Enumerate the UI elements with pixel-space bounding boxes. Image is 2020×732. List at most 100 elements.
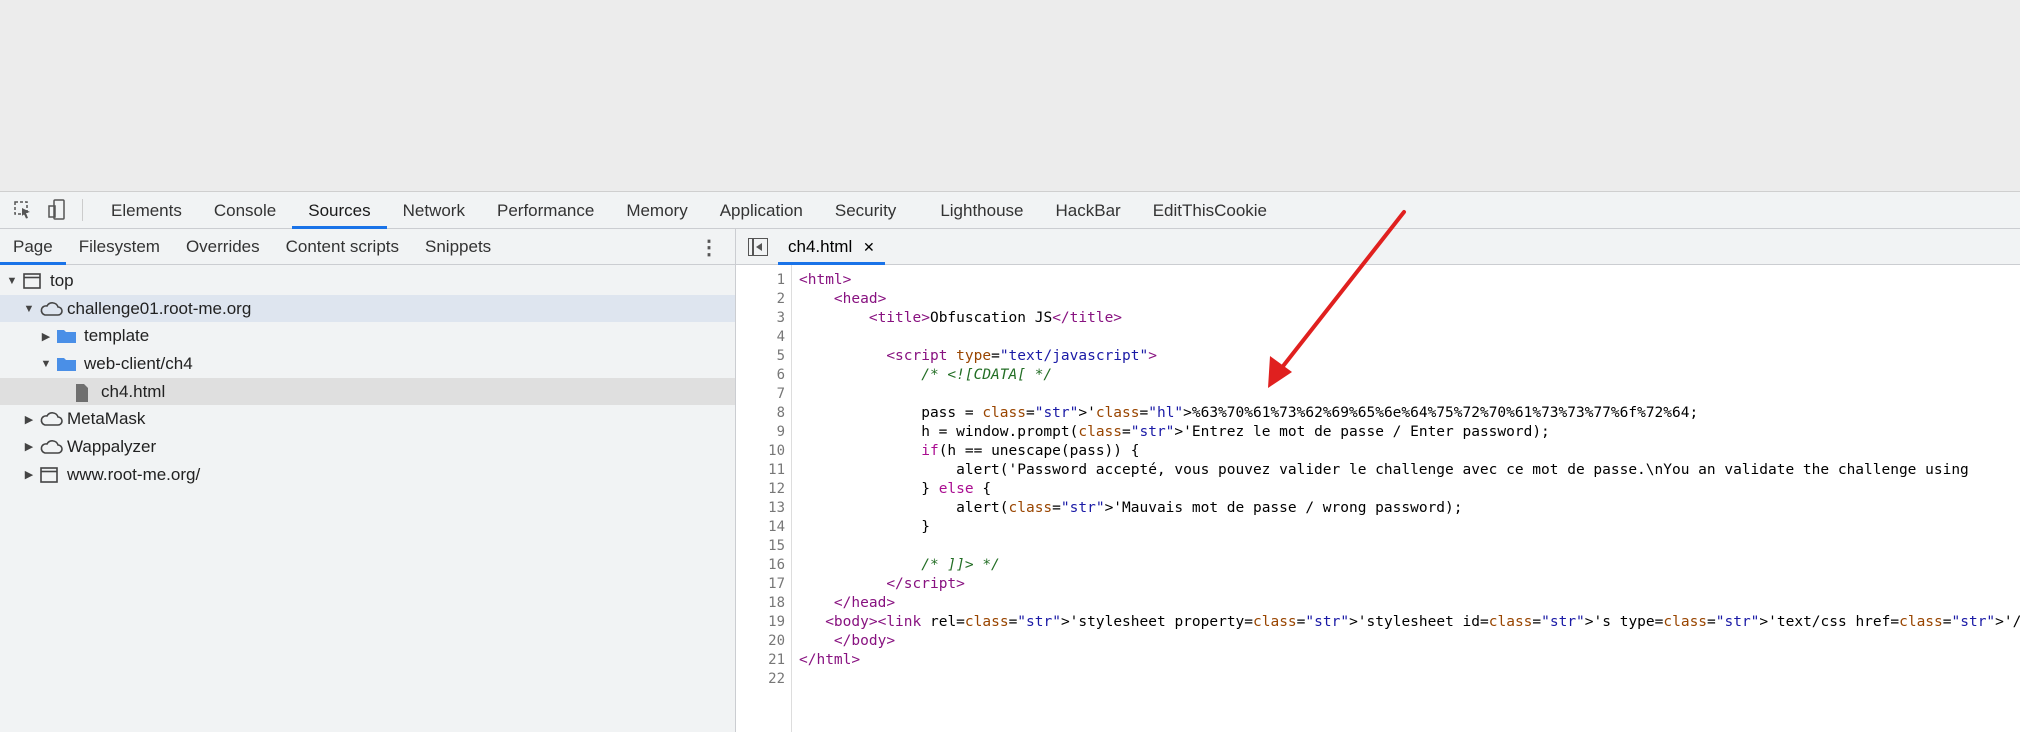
navigator-pane: Page Filesystem Overrides Content scripts Sn…	[0, 229, 736, 732]
frame-icon	[39, 466, 61, 484]
code-line: </body>	[833, 633, 896, 649]
line-number-gutter: 1 2 3 4 5 6 7 8 9 10 11 12 13 14 15 16 17 18 19 20 21 22	[736, 265, 792, 732]
tab-console[interactable]: Console	[198, 192, 292, 229]
devtools-panel: Elements Console Sources Network Performance…	[0, 191, 2020, 732]
line-number: 4	[776, 329, 785, 345]
expanded-triangle-icon[interactable]: ▼	[23, 303, 35, 315]
tree-item[interactable]: ▶ MetaMask	[0, 405, 735, 433]
tab-network[interactable]: Network	[387, 192, 481, 229]
inspect-element-icon[interactable]	[12, 199, 34, 221]
code-line: if(h == unescape(pass)) {	[921, 443, 1140, 459]
close-tab-icon[interactable]: ✕	[863, 239, 875, 255]
nav-tab-snippets[interactable]: Snippets	[412, 229, 504, 265]
tab-sources[interactable]: Sources	[292, 192, 388, 229]
line-number: 5	[776, 348, 785, 364]
tree-item-label: template	[84, 326, 150, 346]
cloud-icon	[39, 438, 63, 456]
tree-item[interactable]: ▼ web-client/ch4	[0, 350, 735, 378]
folder-icon	[56, 355, 78, 373]
tree-item[interactable]: ▶ www.root-me.org/	[0, 461, 735, 489]
code-line: <title>Obfuscation JS</title>	[868, 310, 1123, 326]
line-number: 3	[776, 310, 785, 326]
code-line: <script type="text/javascript">	[886, 348, 1157, 364]
line-number: 21	[768, 652, 785, 668]
code-line: /* <![CDATA[ */	[799, 367, 1053, 383]
tab-application[interactable]: Application	[704, 192, 819, 229]
code-line: alert('Password accepté, vous pouvez val…	[799, 462, 1969, 478]
line-number: 1	[776, 272, 785, 288]
tab-editthiscookie[interactable]: EditThisCookie	[1137, 192, 1283, 229]
tree-item-label: Wappalyzer	[67, 436, 157, 456]
line-number: 16	[768, 557, 785, 573]
tree-item-label: www.root-me.org/	[67, 464, 201, 484]
code-line: </head>	[833, 595, 896, 611]
frame-icon	[22, 272, 44, 290]
collapsed-triangle-icon[interactable]: ▶	[23, 440, 35, 453]
collapsed-triangle-icon[interactable]: ▶	[23, 468, 35, 481]
line-number: 8	[776, 405, 785, 421]
nav-tab-page[interactable]: Page	[0, 229, 66, 265]
tree-item-label: top	[50, 270, 74, 290]
code-line: <html>	[799, 272, 852, 288]
expanded-triangle-icon[interactable]: ▼	[40, 358, 52, 370]
code-line: /* ]]> */	[799, 557, 1000, 573]
line-number: 14	[768, 519, 785, 535]
more-options-icon[interactable]: ⋮	[699, 235, 719, 260]
line-number: 12	[768, 481, 785, 497]
navigator-tabs: Page Filesystem Overrides Content scripts Sn…	[0, 229, 735, 265]
tree-item-label: challenge01.root-me.org	[67, 298, 252, 318]
tab-elements[interactable]: Elements	[95, 192, 198, 229]
expanded-triangle-icon[interactable]: ▼	[6, 275, 18, 287]
tree-item[interactable]: ▶ Wappalyzer	[0, 433, 735, 461]
tree-item-label: ch4.html	[101, 381, 166, 401]
tree-item[interactable]: ▶ template	[0, 322, 735, 350]
tab-performance[interactable]: Performance	[481, 192, 610, 229]
nav-tab-content-scripts[interactable]: Content scripts	[273, 229, 412, 265]
toolbar-divider	[82, 199, 83, 221]
device-toolbar-icon[interactable]	[46, 199, 68, 221]
code-editor[interactable]: 1 2 3 4 5 6 7 8 9 10 11 12 13 14 15 16 17 18 19 20 21 22 <htm…	[736, 265, 2020, 732]
code-line: pass = class="str">'class="hl">%63%70%61…	[799, 405, 1699, 421]
code-line: alert(class="str">'Mauvais mot de passe …	[799, 500, 1463, 516]
line-number: 20	[768, 633, 785, 649]
file-icon	[73, 383, 95, 402]
toggle-navigator-icon[interactable]	[748, 237, 768, 256]
line-number: 10	[768, 443, 785, 459]
line-number: 19	[768, 614, 785, 630]
editor-pane: ch4.html ✕ 1 2 3 4 5 6 7 8 9 10 11 12 13 14 15 16 17 18 19…	[736, 229, 2020, 732]
line-number: 22	[768, 671, 785, 687]
line-number: 17	[768, 576, 785, 592]
tree-item-label: MetaMask	[67, 409, 146, 429]
devtools-main-toolbar: Elements Console Sources Network Performance…	[0, 192, 2020, 229]
code-line: <body><link rel=class="str">'stylesheet …	[825, 614, 2020, 630]
tab-memory[interactable]: Memory	[610, 192, 703, 229]
tree-item[interactable]: ▼ challenge01.root-me.org	[0, 294, 735, 323]
line-number: 11	[768, 462, 785, 478]
file-tab-label: ch4.html	[788, 236, 853, 256]
tree-item[interactable]: ▼ top	[0, 267, 735, 295]
collapsed-triangle-icon[interactable]: ▶	[40, 330, 52, 343]
tree-item-label: web-client/ch4	[84, 353, 193, 373]
line-number: 15	[768, 538, 785, 554]
code-line: </html>	[799, 652, 861, 668]
tab-security[interactable]: Security	[819, 192, 912, 229]
file-tab-ch4[interactable]: ch4.html ✕	[778, 229, 885, 265]
line-number: 18	[768, 595, 785, 611]
file-tree: ▼ top ▼ challenge01.root-me.org ▶ template ▼ we…	[0, 265, 735, 489]
tree-item[interactable]: ch4.html	[0, 377, 735, 406]
nav-tab-overrides[interactable]: Overrides	[173, 229, 273, 265]
code-line: <head>	[833, 291, 887, 307]
cloud-icon	[39, 410, 63, 428]
code-line: }	[799, 519, 930, 535]
collapsed-triangle-icon[interactable]: ▶	[23, 413, 35, 426]
nav-tab-filesystem[interactable]: Filesystem	[66, 229, 173, 265]
code-line: </script>	[886, 576, 965, 592]
line-number: 13	[768, 500, 785, 516]
tab-hackbar[interactable]: HackBar	[1040, 192, 1137, 229]
line-number: 7	[776, 386, 785, 402]
folder-icon	[56, 327, 78, 345]
tab-lighthouse[interactable]: Lighthouse	[924, 192, 1039, 229]
